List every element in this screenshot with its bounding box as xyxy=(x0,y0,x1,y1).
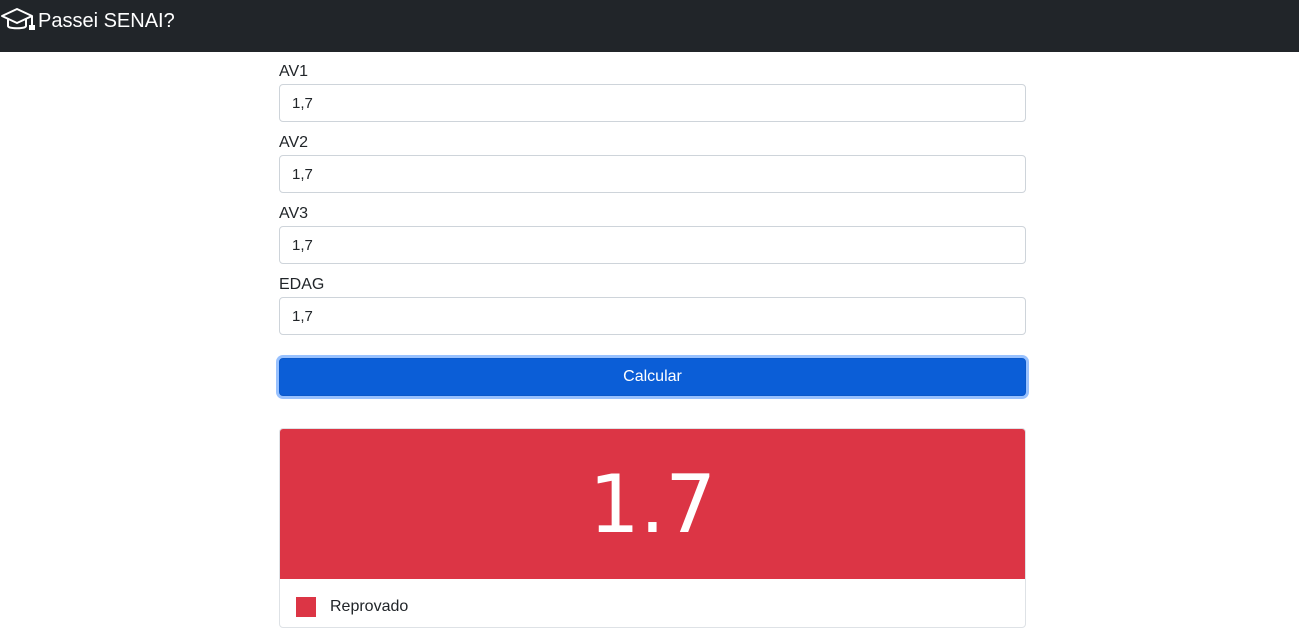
graduation-cap-icon xyxy=(0,5,36,37)
av2-field-group: AV2 xyxy=(279,133,1026,193)
av3-label: AV3 xyxy=(279,205,309,222)
edag-input[interactable] xyxy=(279,297,1026,335)
result-legend: Reprovado xyxy=(280,579,1025,617)
brand-text: Passei SENAI? xyxy=(38,9,175,32)
edag-field-group: EDAG xyxy=(279,275,1026,335)
status-label: Reprovado xyxy=(330,598,409,615)
brand-link[interactable]: Passei SENAI? xyxy=(0,5,175,37)
navbar: Passei SENAI? xyxy=(0,0,1299,52)
av2-label: AV2 xyxy=(279,134,309,151)
result-card: 1.7 Reprovado xyxy=(279,428,1026,628)
grade-form: AV1 AV2 AV3 EDAG Calcular xyxy=(279,52,1026,396)
av1-field-group: AV1 xyxy=(279,62,1026,122)
av1-label: AV1 xyxy=(279,63,309,80)
av2-input[interactable] xyxy=(279,155,1026,193)
status-color-swatch xyxy=(296,597,316,617)
av3-input[interactable] xyxy=(279,226,1026,264)
calculate-button[interactable]: Calcular xyxy=(279,358,1026,396)
result-score: 1.7 xyxy=(280,429,1025,579)
av3-field-group: AV3 xyxy=(279,204,1026,264)
av1-input[interactable] xyxy=(279,84,1026,122)
edag-label: EDAG xyxy=(279,276,325,293)
